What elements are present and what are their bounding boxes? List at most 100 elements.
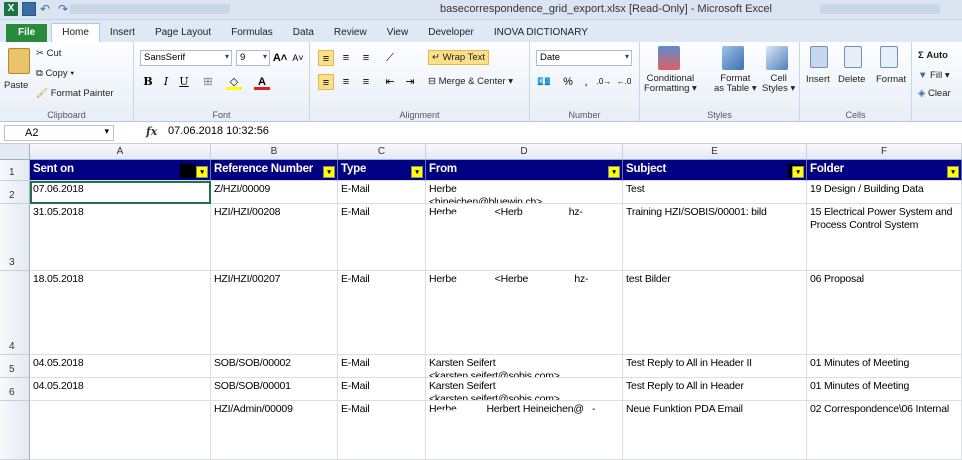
- grow-font-icon[interactable]: A˄: [272, 50, 288, 66]
- row-header-3[interactable]: 3: [0, 204, 30, 271]
- table-cell-subject[interactable]: Test: [623, 181, 807, 204]
- table-cell-reference[interactable]: HZI/HZI/00207: [211, 271, 338, 355]
- filter-dropdown-icon[interactable]: ▾: [608, 166, 620, 178]
- insert-button[interactable]: Insert: [806, 74, 830, 85]
- number-format-select[interactable]: Date ▾: [536, 50, 632, 66]
- align-left-icon[interactable]: ≡: [318, 74, 334, 90]
- increase-decimal-icon[interactable]: .0→: [596, 74, 612, 90]
- table-cell-sent-on[interactable]: 18.05.2018: [30, 271, 211, 355]
- function-icon[interactable]: fx: [146, 125, 157, 138]
- header-cell-subject[interactable]: Subject ▾: [623, 160, 807, 181]
- tab-formulas[interactable]: Formulas: [221, 24, 283, 42]
- copy-button[interactable]: ⧉ Copy ▾: [36, 68, 74, 79]
- table-cell-type[interactable]: E-Mail: [338, 204, 426, 271]
- comma-style-icon[interactable]: ,: [578, 74, 594, 90]
- table-cell-reference[interactable]: HZI/Admin/00009: [211, 401, 338, 460]
- format-as-table-icon[interactable]: [722, 46, 744, 70]
- column-header-e[interactable]: E: [623, 144, 807, 160]
- cell-styles-icon[interactable]: [766, 46, 788, 70]
- table-cell-from[interactable]: Karsten Seifert <karsten.seifert@sobis.c…: [426, 355, 623, 378]
- shrink-font-icon[interactable]: A˅: [290, 50, 306, 66]
- table-cell-type[interactable]: E-Mail: [338, 378, 426, 401]
- format-button[interactable]: Format: [876, 74, 906, 85]
- delete-cells-icon[interactable]: [844, 46, 862, 68]
- cell-styles-button[interactable]: Cell Styles ▾: [762, 74, 795, 94]
- table-cell-folder[interactable]: 01 Minutes of Meeting: [807, 355, 962, 378]
- table-cell-reference[interactable]: SOB/SOB/00001: [211, 378, 338, 401]
- align-bottom-icon[interactable]: ≡: [358, 50, 374, 66]
- borders-icon[interactable]: ⊞: [200, 74, 216, 90]
- autosum-button[interactable]: Σ Auto: [918, 50, 948, 61]
- merge-center-button[interactable]: ⊟ Merge & Center ▾: [428, 76, 513, 87]
- table-cell-sent-on[interactable]: 31.05.2018: [30, 204, 211, 271]
- filter-dropdown-icon[interactable]: ▾: [947, 166, 959, 178]
- column-header-c[interactable]: C: [338, 144, 426, 160]
- table-cell-sent-on[interactable]: 07.06.2018: [30, 181, 211, 204]
- table-cell-subject[interactable]: Training HZI/SOBIS/00001: bild: [623, 204, 807, 271]
- row-header-2[interactable]: 2: [0, 181, 30, 204]
- underline-icon[interactable]: U: [176, 74, 192, 90]
- table-cell-subject[interactable]: Test Reply to All in Header: [623, 378, 807, 401]
- row-header-1[interactable]: 1: [0, 160, 30, 181]
- table-cell-from[interactable]: Herbe <Herbe hz-: [426, 271, 623, 355]
- table-cell-reference[interactable]: SOB/SOB/00002: [211, 355, 338, 378]
- format-cells-icon[interactable]: [880, 46, 898, 68]
- table-cell-reference[interactable]: Z/HZI/00009: [211, 181, 338, 204]
- table-cell-reference[interactable]: HZI/HZI/00208: [211, 204, 338, 271]
- column-header-b[interactable]: B: [211, 144, 338, 160]
- table-cell-type[interactable]: E-Mail: [338, 181, 426, 204]
- header-cell-reference-number[interactable]: Reference Number ▾: [211, 160, 338, 181]
- row-header-6[interactable]: 6: [0, 378, 30, 401]
- orientation-icon[interactable]: ⟋: [382, 50, 398, 66]
- header-cell-sent-on[interactable]: Sent on ▾: [30, 160, 211, 181]
- format-as-table-button[interactable]: Format as Table ▾: [714, 74, 757, 94]
- table-cell-from[interactable]: Herbe <hineichen@bluewin.ch>: [426, 181, 623, 204]
- table-cell-sent-on[interactable]: [30, 401, 211, 460]
- select-all-corner[interactable]: [0, 144, 30, 160]
- tab-page-layout[interactable]: Page Layout: [145, 24, 221, 42]
- table-cell-folder[interactable]: 15 Electrical Power System and Process C…: [807, 204, 962, 271]
- column-header-d[interactable]: D: [426, 144, 623, 160]
- tab-data[interactable]: Data: [283, 24, 324, 42]
- font-size-select[interactable]: 9 ▾: [236, 50, 270, 66]
- table-cell-subject[interactable]: Test Reply to All in Header II: [623, 355, 807, 378]
- filter-dropdown-icon[interactable]: ▾: [792, 166, 804, 178]
- tab-review[interactable]: Review: [324, 24, 377, 42]
- tab-inova-dictionary[interactable]: INOVA DICTIONARY: [484, 24, 598, 42]
- row-header-5[interactable]: 5: [0, 355, 30, 378]
- conditional-formatting-button[interactable]: Conditional Formatting ▾: [644, 74, 697, 94]
- bold-icon[interactable]: B: [140, 74, 156, 90]
- decrease-indent-icon[interactable]: ⇤: [382, 74, 398, 90]
- header-cell-folder[interactable]: Folder ▾: [807, 160, 962, 181]
- table-cell-folder[interactable]: 19 Design / Building Data: [807, 181, 962, 204]
- align-middle-icon[interactable]: ≡: [338, 50, 354, 66]
- row-header-4[interactable]: 4: [0, 271, 30, 355]
- format-painter-button[interactable]: 🖌 Format Painter: [36, 88, 114, 99]
- row-header-7[interactable]: [0, 401, 30, 460]
- clear-button[interactable]: ◈ Clear: [918, 88, 951, 99]
- table-cell-folder[interactable]: 02 Correspondence\06 Internal: [807, 401, 962, 460]
- table-cell-sent-on[interactable]: 04.05.2018: [30, 378, 211, 401]
- filter-dropdown-icon[interactable]: ▾: [196, 166, 208, 178]
- fill-color-icon[interactable]: ◇: [226, 74, 242, 90]
- paste-icon[interactable]: [8, 48, 30, 74]
- table-cell-subject[interactable]: test Bilder: [623, 271, 807, 355]
- header-cell-from[interactable]: From ▾: [426, 160, 623, 181]
- tab-home[interactable]: Home: [51, 23, 100, 42]
- align-right-icon[interactable]: ≡: [358, 74, 374, 90]
- percent-icon[interactable]: %: [560, 74, 576, 90]
- conditional-formatting-icon[interactable]: [658, 46, 680, 70]
- header-cell-type[interactable]: Type ▾: [338, 160, 426, 181]
- table-cell-folder[interactable]: 06 Proposal: [807, 271, 962, 355]
- wrap-text-button[interactable]: ↵ Wrap Text: [428, 50, 490, 65]
- table-cell-type[interactable]: E-Mail: [338, 401, 426, 460]
- accounting-format-icon[interactable]: 💶: [536, 74, 552, 90]
- align-center-icon[interactable]: ≡: [338, 74, 354, 90]
- table-cell-sent-on[interactable]: 04.05.2018: [30, 355, 211, 378]
- name-box[interactable]: A2 ▾: [4, 125, 114, 141]
- delete-button[interactable]: Delete: [838, 74, 865, 85]
- tab-file[interactable]: File: [6, 24, 48, 42]
- align-top-icon[interactable]: ≡: [318, 50, 334, 66]
- insert-cells-icon[interactable]: [810, 46, 828, 68]
- table-cell-subject[interactable]: Neue Funktion PDA Email: [623, 401, 807, 460]
